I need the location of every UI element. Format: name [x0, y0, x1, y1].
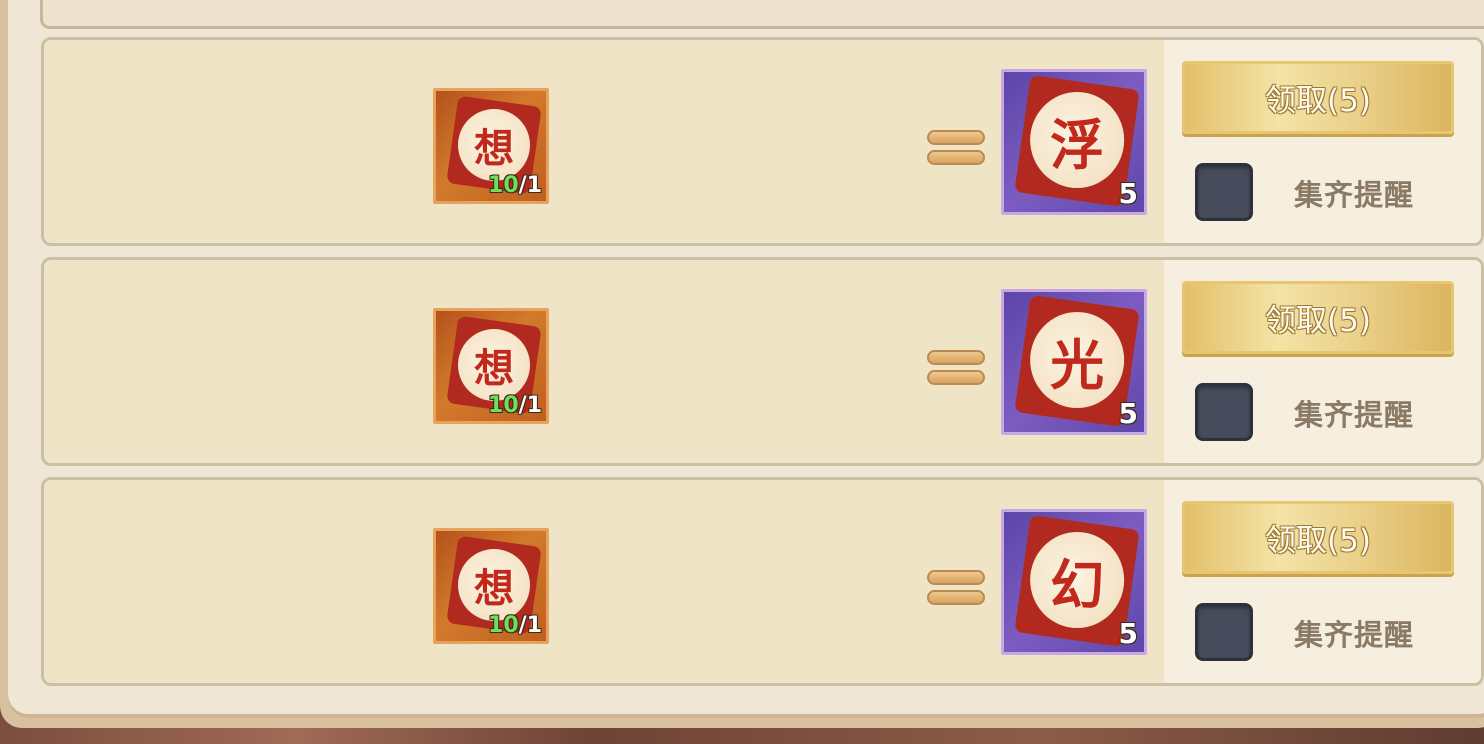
exchange-row-actions: 领取(5) 集齐提醒	[1164, 480, 1481, 683]
exchange-row-main: 想 10/1 幻 5	[50, 486, 1164, 677]
claim-button[interactable]: 领取(5)	[1182, 61, 1454, 134]
exchange-row: 想 10/1 浮 5 领取(5) 集齐提醒	[41, 37, 1484, 246]
cost-item-count: 10/1	[488, 395, 542, 417]
equals-icon	[927, 350, 985, 388]
need-count: /1	[518, 613, 542, 638]
exchange-row: 想 10/1 幻 5 领取(5) 集齐提醒	[41, 477, 1484, 686]
cost-item-count: 10/1	[488, 175, 542, 197]
card-glyph: 想	[458, 109, 530, 181]
reward-item-quantity: 5	[1118, 617, 1138, 650]
remind-checkbox[interactable]	[1195, 163, 1253, 221]
reward-item-icon[interactable]: 幻 5	[1001, 509, 1147, 655]
remind-checkbox[interactable]	[1195, 383, 1253, 441]
cost-item-icon[interactable]: 想 10/1	[433, 88, 549, 204]
exchange-row-actions: 领取(5) 集齐提醒	[1164, 40, 1481, 243]
card-glyph: 光	[1030, 312, 1125, 409]
equals-icon	[927, 570, 985, 608]
remind-label: 集齐提醒	[1294, 398, 1415, 432]
card-glyph: 想	[458, 329, 530, 401]
exchange-row-actions: 领取(5) 集齐提醒	[1164, 260, 1481, 463]
need-count: /1	[518, 173, 542, 198]
claim-button[interactable]: 领取(5)	[1182, 281, 1454, 354]
exchange-row-main: 想 10/1 光 5	[50, 266, 1164, 457]
have-count: 10	[488, 393, 519, 418]
claim-button[interactable]: 领取(5)	[1182, 501, 1454, 574]
equals-icon	[927, 130, 985, 168]
have-count: 10	[488, 613, 519, 638]
exchange-row-main: 想 10/1 浮 5	[50, 46, 1164, 237]
cost-item-count: 10/1	[488, 615, 542, 637]
need-count: /1	[518, 393, 542, 418]
card-glyph: 浮	[1030, 92, 1125, 189]
remind-label: 集齐提醒	[1294, 178, 1415, 212]
reward-item-icon[interactable]: 浮 5	[1001, 69, 1147, 215]
exchange-row: 想 10/1 光 5 领取(5) 集齐提醒	[41, 257, 1484, 466]
have-count: 10	[488, 173, 519, 198]
cost-item-icon[interactable]: 想 10/1	[433, 528, 549, 644]
reward-item-quantity: 5	[1118, 177, 1138, 210]
previous-row-edge	[40, 0, 1484, 29]
cost-item-icon[interactable]: 想 10/1	[433, 308, 549, 424]
reward-item-quantity: 5	[1118, 397, 1138, 430]
reward-item-icon[interactable]: 光 5	[1001, 289, 1147, 435]
card-glyph: 幻	[1030, 532, 1125, 629]
remind-label: 集齐提醒	[1294, 618, 1415, 652]
remind-checkbox[interactable]	[1195, 603, 1253, 661]
card-glyph: 想	[458, 549, 530, 621]
